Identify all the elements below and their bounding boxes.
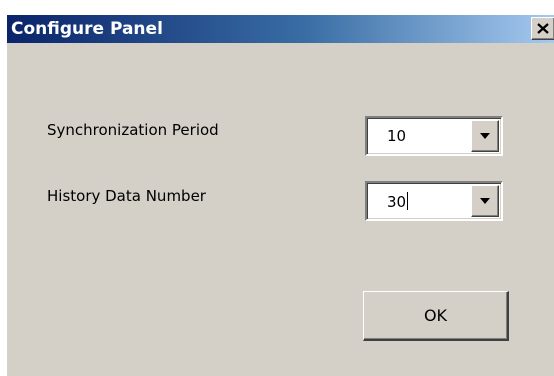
window-title: Configure Panel bbox=[11, 19, 163, 39]
dropdown-arrow-icon bbox=[480, 198, 490, 204]
sync-period-value[interactable]: 10 bbox=[387, 127, 406, 145]
sync-period-dropdown-button[interactable] bbox=[471, 120, 499, 152]
sync-period-label: Synchronization Period bbox=[47, 121, 219, 139]
history-number-dropdown-button[interactable] bbox=[471, 185, 499, 217]
history-number-field[interactable]: 30 bbox=[387, 192, 409, 211]
history-number-label: History Data Number bbox=[47, 187, 206, 205]
title-bar[interactable]: Configure Panel bbox=[7, 15, 554, 43]
history-number-value: 30 bbox=[387, 193, 407, 211]
history-number-combobox[interactable]: 30 bbox=[365, 181, 503, 221]
dropdown-arrow-icon bbox=[480, 133, 490, 139]
sync-period-combobox[interactable]: 10 bbox=[365, 116, 503, 156]
close-button[interactable] bbox=[531, 17, 554, 40]
ok-button[interactable]: OK bbox=[363, 291, 509, 341]
close-icon bbox=[537, 23, 549, 34]
configure-panel-dialog: Configure Panel Synchronization Period 1… bbox=[6, 14, 554, 376]
text-caret bbox=[407, 192, 409, 210]
